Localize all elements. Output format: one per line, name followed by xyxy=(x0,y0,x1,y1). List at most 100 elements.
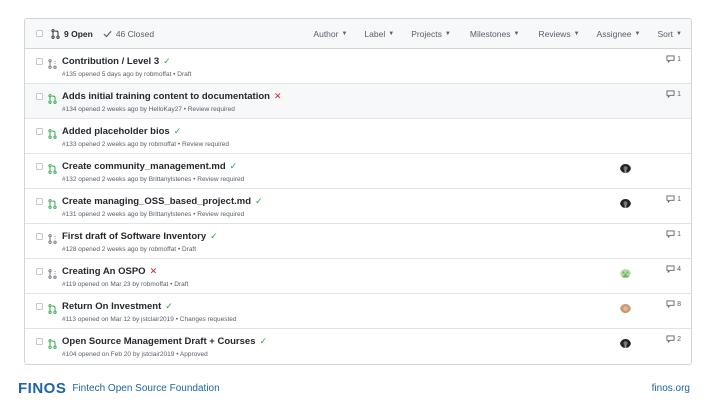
projects-filter[interactable]: Projects ▼ xyxy=(411,29,451,39)
assignee-avatar[interactable] xyxy=(620,197,631,208)
check-icon[interactable]: ✓ xyxy=(210,231,218,242)
comment-count[interactable]: 1 xyxy=(666,90,681,98)
pull-request-meta: #131 opened 2 weeks ago by Brittanylsten… xyxy=(62,211,245,218)
row-title-line: Create managing_OSS_based_project.md ✓ xyxy=(62,196,263,207)
check-icon[interactable]: ✓ xyxy=(259,336,267,347)
comment-count-value: 2 xyxy=(677,335,681,343)
milestones-filter[interactable]: Milestones ▼ xyxy=(470,29,520,39)
check-icon[interactable]: ✓ xyxy=(165,301,173,312)
comment-count[interactable]: 4 xyxy=(666,265,681,273)
git-pull-request-icon xyxy=(51,28,60,39)
pull-request-row[interactable]: First draft of Software Inventory ✓ #128… xyxy=(25,224,691,259)
row-checkbox[interactable] xyxy=(36,93,43,100)
author-filter[interactable]: Author ▼ xyxy=(313,29,347,39)
comment-icon xyxy=(666,265,677,273)
git-pull-request-icon xyxy=(48,161,57,179)
assignee-filter-label: Assignee xyxy=(596,28,632,39)
pull-request-title[interactable]: Open Source Management Draft + Courses xyxy=(62,336,255,347)
pull-request-meta: #132 opened 2 weeks ago by Brittanylsten… xyxy=(62,176,245,183)
pull-request-row[interactable]: Adds initial training content to documen… xyxy=(25,84,691,119)
x-icon[interactable]: ✕ xyxy=(150,266,158,277)
git-pull-request-icon xyxy=(48,301,57,319)
site-link[interactable]: finos.org xyxy=(652,383,690,394)
assignee-avatar[interactable] xyxy=(620,337,631,348)
caret-down-icon: ▼ xyxy=(513,30,520,37)
pull-request-title[interactable]: Return On Investment xyxy=(62,301,161,312)
pull-request-meta: #104 opened on Feb 20 by jstclair2019 • … xyxy=(62,351,208,358)
assignee-avatar[interactable] xyxy=(620,162,631,173)
assignee-avatar[interactable] xyxy=(620,267,631,278)
pull-request-rows: Contribution / Level 3 ✓ #135 opened 5 d… xyxy=(25,49,691,364)
row-checkbox[interactable] xyxy=(36,233,43,240)
row-title-line: Create community_management.md ✓ xyxy=(62,161,237,172)
row-checkbox[interactable] xyxy=(36,58,43,65)
select-all-checkbox[interactable] xyxy=(36,30,43,37)
git-pull-request-draft-icon xyxy=(48,56,57,74)
pull-request-title[interactable]: First draft of Software Inventory xyxy=(62,231,206,242)
row-checkbox[interactable] xyxy=(36,338,43,345)
check-icon[interactable]: ✓ xyxy=(230,161,238,172)
label-filter-label: Label xyxy=(364,28,386,39)
filter-bar: Author ▼ Label ▼ Projects ▼ Milestones ▼ Rev… xyxy=(313,29,691,39)
row-checkbox[interactable] xyxy=(36,268,43,275)
check-icon[interactable]: ✓ xyxy=(174,126,182,137)
comment-count-value: 1 xyxy=(677,55,681,63)
reviews-filter[interactable]: Reviews ▼ xyxy=(538,29,579,39)
caret-down-icon: ▼ xyxy=(676,30,682,37)
comment-count[interactable]: 1 xyxy=(666,55,681,63)
pull-request-row[interactable]: Create managing_OSS_based_project.md ✓ #… xyxy=(25,189,691,224)
check-icon[interactable]: ✓ xyxy=(255,196,263,207)
pull-request-meta: #119 opened on Mar 23 by robmoffat • Dra… xyxy=(62,281,189,288)
comment-icon xyxy=(666,335,677,343)
assignee-filter[interactable]: Assignee ▼ xyxy=(597,29,641,39)
reviews-filter-label: Reviews xyxy=(538,28,571,39)
pull-request-title[interactable]: Added placeholder bios xyxy=(62,126,170,137)
pull-request-title[interactable]: Creating An OSPO xyxy=(62,266,146,277)
row-title-line: Added placeholder bios ✓ xyxy=(62,126,181,137)
pull-request-row[interactable]: Return On Investment ✓ #113 opened on Ma… xyxy=(25,294,691,329)
label-filter[interactable]: Label ▼ xyxy=(364,29,394,39)
comment-count-value: 1 xyxy=(677,230,681,238)
milestones-filter-label: Milestones xyxy=(469,28,511,39)
assignee-avatar[interactable] xyxy=(620,302,631,313)
pull-request-meta: #134 opened 2 weeks ago by HelloKay27 • … xyxy=(62,106,235,113)
x-icon[interactable]: ✕ xyxy=(274,91,282,102)
pull-request-title[interactable]: Create community_management.md xyxy=(62,161,226,172)
pull-request-row[interactable]: Contribution / Level 3 ✓ #135 opened 5 d… xyxy=(25,49,691,84)
pull-request-title[interactable]: Create managing_OSS_based_project.md xyxy=(62,196,251,207)
pull-request-title[interactable]: Contribution / Level 3 xyxy=(62,56,159,67)
caret-down-icon: ▼ xyxy=(634,30,641,37)
comment-count[interactable]: 1 xyxy=(666,230,681,238)
pull-request-row[interactable]: Open Source Management Draft + Courses ✓… xyxy=(25,329,691,364)
pull-request-row[interactable]: Create community_management.md ✓ #132 op… xyxy=(25,154,691,189)
comment-count[interactable]: 8 xyxy=(666,300,681,308)
check-icon[interactable]: ✓ xyxy=(163,56,171,67)
closed-filter[interactable]: 46 Closed xyxy=(103,29,154,39)
comment-icon xyxy=(666,300,677,308)
footer: FINOS Fintech Open Source Foundation fin… xyxy=(18,378,690,398)
row-title-line: Return On Investment ✓ xyxy=(62,301,173,312)
comment-count-value: 1 xyxy=(677,195,681,203)
row-title-line: Contribution / Level 3 ✓ xyxy=(62,56,171,67)
row-checkbox[interactable] xyxy=(36,303,43,310)
comment-icon xyxy=(666,55,677,63)
git-pull-request-icon xyxy=(48,196,57,214)
pull-request-row[interactable]: Creating An OSPO ✕ #119 opened on Mar 23… xyxy=(25,259,691,294)
comment-count[interactable]: 2 xyxy=(666,335,681,343)
open-filter[interactable]: 9 Open xyxy=(51,29,93,39)
row-checkbox[interactable] xyxy=(36,198,43,205)
row-checkbox[interactable] xyxy=(36,163,43,170)
sort-filter[interactable]: Sort ▼ xyxy=(657,29,682,39)
row-title-line: Open Source Management Draft + Courses ✓ xyxy=(62,336,267,347)
comment-icon xyxy=(666,90,677,98)
comment-icon xyxy=(666,230,677,238)
comment-count-value: 1 xyxy=(677,90,681,98)
git-pull-request-draft-icon xyxy=(48,231,57,249)
pull-request-title[interactable]: Adds initial training content to documen… xyxy=(62,91,270,102)
open-count: 9 Open xyxy=(64,28,93,39)
row-checkbox[interactable] xyxy=(36,128,43,135)
comment-count[interactable]: 1 xyxy=(666,195,681,203)
row-title-line: First draft of Software Inventory ✓ xyxy=(62,231,218,242)
pull-request-row[interactable]: Added placeholder bios ✓ #133 opened 2 w… xyxy=(25,119,691,154)
row-title-line: Adds initial training content to documen… xyxy=(62,91,282,102)
